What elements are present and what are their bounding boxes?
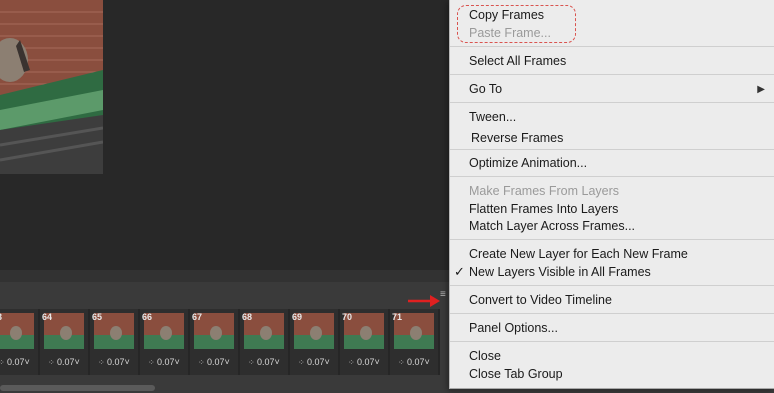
menu-item-go-to[interactable]: Go To <box>469 82 502 96</box>
frame-number: 68 <box>242 312 253 322</box>
menu-item-convert-to-video-timeline[interactable]: Convert to Video Timeline <box>469 293 612 307</box>
animation-panel-menu: Copy Frames Paste Frame... Select All Fr… <box>449 0 774 389</box>
frame-65[interactable]: 65 ⁘ 0.07˅ <box>90 309 140 375</box>
checkmark-icon: ✓ <box>454 264 465 279</box>
menu-item-copy-frames[interactable]: Copy Frames <box>469 8 544 22</box>
panel-divider[interactable] <box>0 270 450 282</box>
menu-item-paste-frame: Paste Frame... <box>469 26 551 40</box>
frame-number: 70 <box>342 312 353 322</box>
frame-64[interactable]: 64 ⁘ 0.07˅ <box>40 309 90 375</box>
menu-item-select-all-frames[interactable]: Select All Frames <box>469 54 566 68</box>
menu-separator <box>450 285 774 286</box>
frame-70[interactable]: 70 ⁘ 0.07˅ <box>340 309 390 375</box>
frame-67[interactable]: 67 ⁘ 0.07˅ <box>190 309 240 375</box>
frame-number: 66 <box>142 312 153 322</box>
menu-item-optimize-animation[interactable]: Optimize Animation... <box>469 156 587 170</box>
frame-delay[interactable]: ⁘ 0.07˅ <box>148 357 180 367</box>
menu-separator <box>450 74 774 75</box>
frame-delay[interactable]: ⁘ 0.07˅ <box>398 357 430 367</box>
menu-item-close[interactable]: Close <box>469 349 501 363</box>
menu-separator <box>450 149 774 150</box>
menu-item-tween[interactable]: Tween... <box>469 110 516 124</box>
frame-delay[interactable]: ⁘ 0.07˅ <box>198 357 230 367</box>
menu-item-make-frames-from-layers: Make Frames From Layers <box>469 184 620 198</box>
menu-item-flatten-frames-into-layers[interactable]: Flatten Frames Into Layers <box>469 202 618 216</box>
timeline-scrollbar[interactable] <box>0 385 155 391</box>
menu-separator <box>450 239 774 240</box>
menu-item-new-layers-visible[interactable]: New Layers Visible in All Frames <box>469 265 651 279</box>
menu-separator <box>450 341 774 342</box>
frame-number: 65 <box>92 312 103 322</box>
menu-item-create-new-layer-each-frame[interactable]: Create New Layer for Each New Frame <box>469 247 688 261</box>
frame-delay[interactable]: ⁘ 0.07˅ <box>248 357 280 367</box>
frame-number: 67 <box>192 312 203 322</box>
frame-68[interactable]: 68 ⁘ 0.07˅ <box>240 309 290 375</box>
image-preview <box>0 0 103 174</box>
frame-delay[interactable]: ⁘ 0.07˅ <box>48 357 80 367</box>
frame-number: 63 <box>0 312 2 322</box>
document-canvas[interactable] <box>0 0 450 270</box>
frame-delay[interactable]: ⁘ 0.07˅ <box>98 357 130 367</box>
menu-separator <box>450 313 774 314</box>
frame-66[interactable]: 66 ⁘ 0.07˅ <box>140 309 190 375</box>
frame-delay[interactable]: ⁘ 0.07˅ <box>0 357 30 367</box>
frame-71[interactable]: 71 ⁘ 0.07˅ <box>390 309 440 375</box>
menu-item-reverse-frames[interactable]: Reverse Frames <box>471 131 563 145</box>
menu-separator <box>450 102 774 103</box>
frame-63[interactable]: 63 ⁘ 0.07˅ <box>0 309 40 375</box>
menu-separator <box>450 46 774 47</box>
frame-delay[interactable]: ⁘ 0.07˅ <box>298 357 330 367</box>
frame-thumbnail <box>0 313 34 349</box>
frame-strip: 63 ⁘ 0.07˅ 64 ⁘ 0.07˅ 65 ⁘ 0.07˅ 66 ⁘ 0.… <box>0 309 450 375</box>
frame-number: 71 <box>392 312 403 322</box>
timeline-panel: ≡ 63 ⁘ 0.07˅ 64 ⁘ 0.07˅ 65 ⁘ 0.07˅ <box>0 282 450 393</box>
menu-separator <box>450 176 774 177</box>
frame-69[interactable]: 69 ⁘ 0.07˅ <box>290 309 340 375</box>
menu-item-panel-options[interactable]: Panel Options... <box>469 321 558 335</box>
frame-delay[interactable]: ⁘ 0.07˅ <box>348 357 380 367</box>
frame-number: 69 <box>292 312 303 322</box>
menu-item-match-layer-across-frames[interactable]: Match Layer Across Frames... <box>469 219 635 233</box>
submenu-arrow-icon: ▶ <box>757 84 765 95</box>
frame-number: 64 <box>42 312 53 322</box>
menu-item-close-tab-group[interactable]: Close Tab Group <box>469 367 563 381</box>
